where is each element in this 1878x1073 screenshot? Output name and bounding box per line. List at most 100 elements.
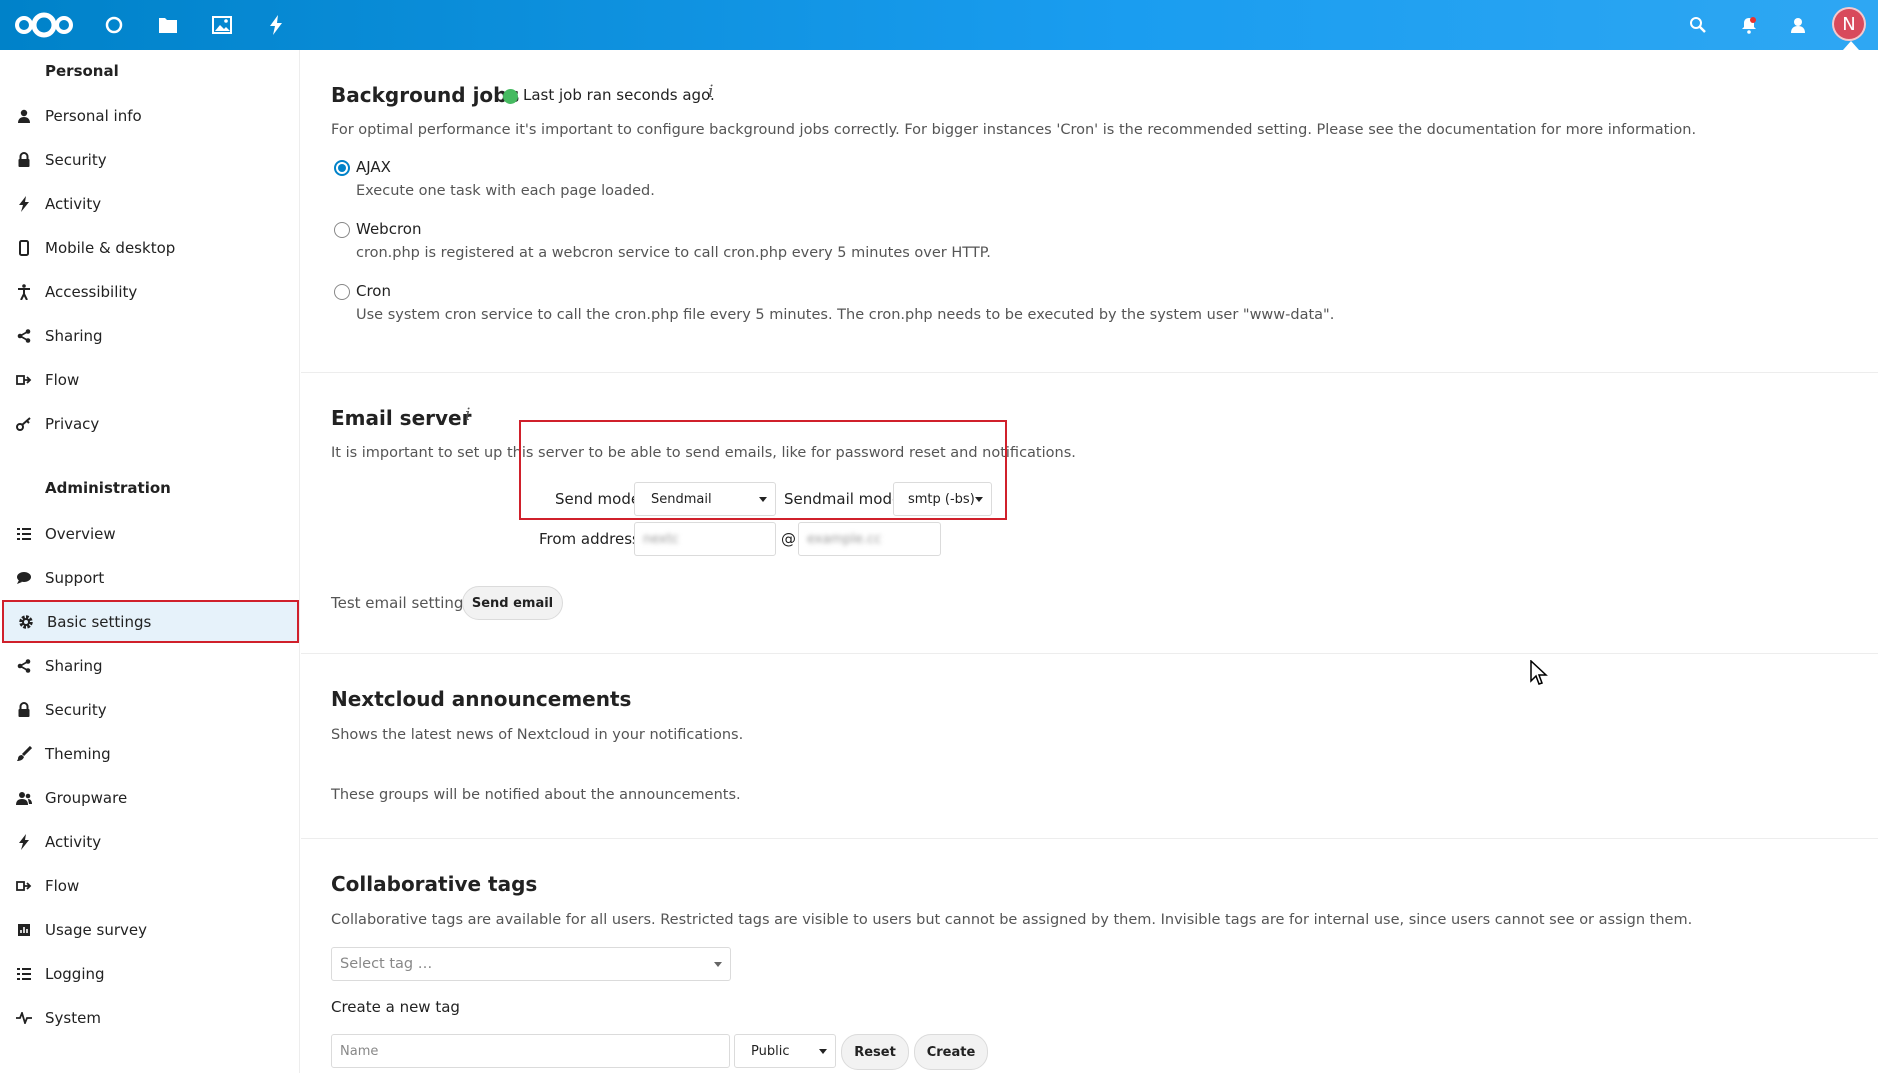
nextcloud-logo-icon[interactable]	[12, 9, 76, 41]
section-divider	[301, 838, 1878, 839]
share-icon	[15, 327, 33, 345]
sidebar-item-sharing-admin[interactable]: Sharing	[2, 644, 299, 687]
email-server-title: Email server	[331, 406, 472, 430]
radio-label-cron[interactable]: Cron	[356, 282, 391, 300]
status-ok-icon	[503, 89, 518, 104]
search-icon[interactable]	[1686, 13, 1710, 37]
sidebar-item-theming[interactable]: Theming	[2, 732, 299, 775]
tag-name-placeholder: Name	[340, 1043, 379, 1059]
sidebar-item-groupware[interactable]: Groupware	[2, 776, 299, 819]
dropdown-caret-icon	[714, 962, 722, 967]
info-icon[interactable]: i	[465, 405, 470, 425]
from-domain-value: example.cc	[807, 531, 882, 547]
dashboard-icon[interactable]	[102, 13, 126, 37]
sidebar-item-flow-admin[interactable]: Flow	[2, 864, 299, 907]
lightning-icon	[15, 833, 33, 851]
sidebar-item-support[interactable]: Support	[2, 556, 299, 599]
announcements-description: Shows the latest news of Nextcloud in yo…	[331, 727, 744, 743]
files-icon[interactable]	[156, 13, 180, 37]
sidebar-item-mobile-desktop[interactable]: Mobile & desktop	[2, 226, 299, 269]
sidebar-item-overview[interactable]: Overview	[2, 512, 299, 555]
sidebar-item-basic-settings[interactable]: Basic settings	[2, 600, 299, 643]
sidebar-item-security-admin[interactable]: Security	[2, 688, 299, 731]
share-icon	[15, 657, 33, 675]
sidebar-item-activity[interactable]: Activity	[2, 182, 299, 225]
dropdown-caret-icon	[819, 1049, 827, 1054]
send-email-button[interactable]: Send email	[462, 586, 563, 620]
info-icon[interactable]: i	[708, 82, 713, 102]
sidebar-item-label: Sharing	[45, 656, 103, 675]
sidebar-item-label: Sharing	[45, 326, 103, 345]
key-icon	[15, 415, 33, 433]
radio-desc-ajax: Execute one task with each page loaded.	[356, 183, 655, 199]
tag-name-input[interactable]: Name	[331, 1034, 730, 1068]
from-address-label: From address	[539, 530, 640, 548]
sidebar-item-label: Overview	[45, 524, 116, 543]
sidebar-item-logging[interactable]: Logging	[2, 952, 299, 995]
sidebar-item-label: Privacy	[45, 414, 100, 433]
sendmail-mode-label: Sendmail mode	[784, 490, 902, 508]
notifications-icon[interactable]	[1737, 13, 1761, 37]
sidebar-item-privacy[interactable]: Privacy	[2, 402, 299, 445]
pulse-icon	[15, 1009, 33, 1027]
sidebar-item-label: Groupware	[45, 788, 128, 807]
avatar-initial: N	[1842, 13, 1856, 35]
send-mode-select[interactable]: Sendmail	[634, 482, 776, 516]
from-address-user-input[interactable]: nextc	[634, 522, 776, 556]
sidebar-item-security[interactable]: Security	[2, 138, 299, 181]
section-divider	[301, 372, 1878, 373]
gear-icon	[17, 613, 35, 631]
sidebar-item-flow[interactable]: Flow	[2, 358, 299, 401]
accessibility-icon	[15, 283, 33, 301]
reset-button[interactable]: Reset	[841, 1034, 909, 1070]
contacts-icon[interactable]	[1786, 13, 1810, 37]
flow-icon	[15, 371, 33, 389]
brush-icon	[15, 745, 33, 763]
menu-caret-icon	[1843, 41, 1859, 50]
radio-label-ajax[interactable]: AJAX	[356, 158, 391, 176]
create-button[interactable]: Create	[914, 1034, 988, 1070]
sidebar-item-system[interactable]: System	[2, 996, 299, 1039]
sidebar-item-accessibility[interactable]: Accessibility	[2, 270, 299, 313]
collab-tags-title: Collaborative tags	[331, 872, 538, 896]
sidebar-item-label: Logging	[45, 964, 105, 983]
sendmail-mode-select[interactable]: smtp (-bs)	[893, 482, 992, 516]
group-icon	[15, 789, 33, 807]
sidebar-item-label: Activity	[45, 832, 102, 851]
sidebar-item-label: Usage survey	[45, 920, 147, 939]
at-sign: @	[781, 530, 796, 548]
activity-icon[interactable]	[264, 13, 288, 37]
radio-cron[interactable]	[334, 284, 350, 300]
tag-select-placeholder: Select tag …	[340, 956, 433, 972]
mouse-cursor-icon	[1530, 659, 1548, 690]
sidebar-item-activity-admin[interactable]: Activity	[2, 820, 299, 863]
sidebar-item-usage-survey[interactable]: Usage survey	[2, 908, 299, 951]
photos-icon[interactable]	[210, 13, 234, 37]
sidebar-item-label: Activity	[45, 194, 102, 213]
from-user-value: nextc	[643, 531, 679, 547]
from-address-domain-input[interactable]: example.cc	[798, 522, 941, 556]
survey-icon	[15, 921, 33, 939]
sidebar-item-label: Accessibility	[45, 282, 138, 301]
tag-visibility-value: Public	[751, 1043, 790, 1059]
tag-visibility-select[interactable]: Public	[734, 1034, 836, 1068]
sidebar-item-sharing[interactable]: Sharing	[2, 314, 299, 357]
radio-webcron[interactable]	[334, 222, 350, 238]
tag-select[interactable]: Select tag …	[331, 947, 731, 981]
list-icon	[15, 965, 33, 983]
phone-icon	[15, 239, 33, 257]
radio-ajax[interactable]	[334, 160, 350, 176]
chat-icon	[15, 569, 33, 587]
user-avatar[interactable]: N	[1832, 7, 1866, 41]
sidebar-item-personal-info[interactable]: Personal info	[2, 94, 299, 137]
sidebar-caption-administration: Administration	[45, 479, 171, 497]
sidebar-item-label: Flow	[45, 876, 80, 895]
top-header: N	[0, 0, 1878, 50]
background-jobs-title: Background jobs	[331, 83, 520, 107]
sidebar-item-label: Flow	[45, 370, 80, 389]
sidebar-item-label: Basic settings	[47, 612, 152, 631]
radio-desc-cron: Use system cron service to call the cron…	[356, 307, 1335, 323]
lock-icon	[15, 151, 33, 169]
radio-label-webcron[interactable]: Webcron	[356, 220, 421, 238]
collab-tags-description: Collaborative tags are available for all…	[331, 912, 1693, 928]
